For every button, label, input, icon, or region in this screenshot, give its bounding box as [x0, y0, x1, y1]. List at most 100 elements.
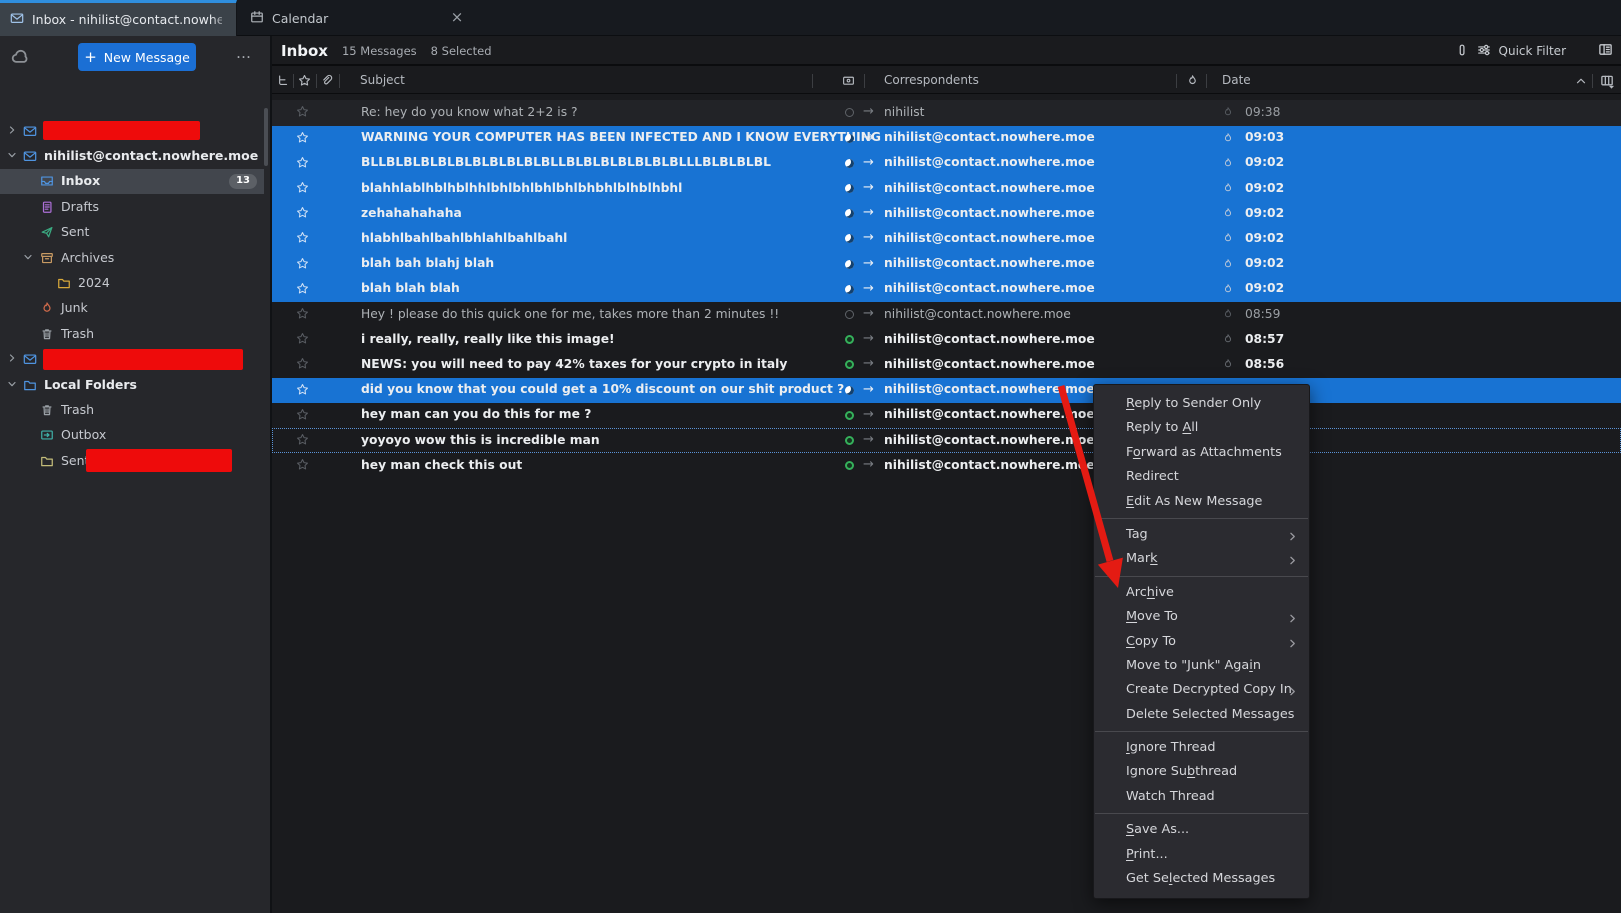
message-row[interactable]: zehahahahaha→nihilist@contact.nowhere.mo… — [272, 201, 1621, 226]
menu-item-reply-to-sender-only[interactable]: Reply to Sender Only — [1094, 392, 1309, 416]
message-row[interactable]: hey man can you do this for me ?→nihilis… — [272, 403, 1621, 428]
folder-label: Trash — [61, 326, 94, 341]
read-status-dot[interactable] — [845, 386, 854, 395]
menu-item-save-as[interactable]: Save As... — [1094, 818, 1309, 842]
menu-item-reply-to-all[interactable]: Reply to All — [1094, 416, 1309, 440]
menu-item-tag[interactable]: Tag — [1094, 523, 1309, 547]
plus-icon: + — [84, 50, 97, 65]
read-status-dot[interactable] — [845, 436, 854, 445]
menu-item-create-decrypted-copy-in[interactable]: Create Decrypted Copy In — [1094, 678, 1309, 702]
folder-label: nihilist@contact.nowhere.moe — [44, 148, 258, 163]
outgoing-arrow-icon: → — [863, 432, 874, 447]
menu-item-delete-selected-messages[interactable]: Delete Selected Messages — [1094, 703, 1309, 727]
junk-status-icon — [1222, 308, 1234, 320]
read-status-dot[interactable] — [845, 134, 854, 143]
folder-pane-options-icon[interactable]: … — [236, 44, 252, 62]
message-correspondent: nihilist@contact.nowhere.moe — [884, 231, 1214, 245]
junk-status-icon — [1222, 333, 1234, 345]
read-status-dot[interactable] — [845, 411, 854, 420]
menu-item-move-to[interactable]: Move To — [1094, 605, 1309, 629]
menu-item-forward-as-attachments[interactable]: Forward as Attachments — [1094, 441, 1309, 465]
tab-calendar-title: Calendar — [272, 11, 328, 26]
folder-row-inbox[interactable]: Inbox13 — [0, 169, 264, 194]
read-status-dot[interactable] — [845, 310, 854, 319]
folder-row-2024[interactable]: 2024 — [0, 270, 264, 295]
star-icon — [296, 408, 309, 421]
read-status-dot[interactable] — [845, 159, 854, 168]
folder-row-junk[interactable]: Junk — [0, 296, 264, 321]
folder-row-drafts[interactable]: Drafts — [0, 194, 264, 219]
menu-item-redirect[interactable]: Redirect — [1094, 465, 1309, 489]
trash-icon — [40, 403, 54, 417]
message-row[interactable]: Hey ! please do this quick one for me, t… — [272, 302, 1621, 327]
menu-item-mark[interactable]: Mark — [1094, 547, 1309, 571]
message-row[interactable]: blahhlablhblhblhhlbhlbhlbhlbhlbhbhlblhbl… — [272, 176, 1621, 201]
read-status-dot[interactable] — [845, 184, 854, 193]
redaction-box — [43, 349, 243, 370]
folder-row-nihilist-contact-nowhere-moe[interactable]: nihilist@contact.nowhere.moe — [0, 143, 264, 168]
message-row[interactable]: yoyoyo wow this is incredible man→nihili… — [272, 428, 1621, 453]
folder-row-outbox[interactable]: Outbox — [0, 423, 264, 448]
menu-item-archive[interactable]: Archive — [1094, 581, 1309, 605]
junk-status-icon — [1222, 182, 1234, 194]
tab-inbox-title: Inbox - nihilist@contact.nowhere.mo — [32, 12, 222, 27]
folder-row-local-folders[interactable]: Local Folders — [0, 372, 264, 397]
message-row[interactable]: blah blah blah→nihilist@contact.nowhere.… — [272, 277, 1621, 302]
folder-row-trash[interactable]: Trash — [0, 321, 264, 346]
folder-row-sent[interactable]: Sent — [0, 220, 264, 245]
new-message-button[interactable]: + New Message — [78, 43, 196, 71]
read-status-dot[interactable] — [845, 260, 854, 269]
junk-status-icon — [1222, 106, 1234, 118]
menu-item-ignore-subthread[interactable]: Ignore Subthread — [1094, 760, 1309, 784]
menu-item-move-to-junk-again[interactable]: Move to "Junk" Again — [1094, 654, 1309, 678]
menu-item-watch-thread[interactable]: Watch Thread — [1094, 785, 1309, 809]
message-row[interactable]: BLLBLBLBLBLBLBLBLBLBLBLLBLBLBLBLBLBLBLLL… — [272, 151, 1621, 176]
folder-icon — [57, 276, 71, 290]
star-icon — [296, 357, 309, 370]
menu-item-edit-as-new-message[interactable]: Edit As New Message — [1094, 490, 1309, 514]
calendar-icon — [250, 10, 264, 24]
message-subject: blahhlablhblhblhhlbhlbhlbhlbhlbhbhlblhbl… — [361, 181, 921, 195]
menu-item-label: Copy To — [1126, 634, 1176, 649]
outgoing-arrow-icon: → — [863, 180, 874, 195]
message-date: 09:02 — [1245, 206, 1284, 220]
menu-item-copy-to[interactable]: Copy To — [1094, 630, 1309, 654]
junk-status-icon — [1222, 258, 1234, 270]
menu-item-get-selected-messages[interactable]: Get Selected Messages — [1094, 867, 1309, 891]
message-date: 08:56 — [1245, 357, 1284, 371]
message-subject: Re: hey do you know what 2+2 is ? — [361, 105, 921, 119]
message-row[interactable]: hlabhlbahlbahlbhlahlbahlbahl→nihilist@co… — [272, 226, 1621, 251]
junk-status-icon — [1222, 207, 1234, 219]
message-row[interactable]: Re: hey do you know what 2+2 is ?→nihili… — [272, 100, 1621, 125]
tab-close-button[interactable]: × — [449, 9, 465, 25]
message-correspondent: nihilist@contact.nowhere.moe — [884, 307, 1214, 321]
message-row[interactable]: WARNING YOUR COMPUTER HAS BEEN INFECTED … — [272, 126, 1621, 151]
sidebar-scrollbar[interactable] — [264, 108, 268, 166]
folder-row-sent[interactable]: Sent- — [0, 448, 264, 473]
folder-row-archives[interactable]: Archives — [0, 245, 264, 270]
outgoing-arrow-icon: → — [863, 331, 874, 346]
message-list-pane: Inbox 15 Messages 8 Selected Quick Filte… — [272, 36, 1621, 913]
folder-row-trash[interactable]: Trash — [0, 397, 264, 422]
tab-calendar[interactable]: Calendar — [240, 0, 470, 36]
outgoing-arrow-icon: → — [863, 281, 874, 296]
menu-item-label: Move To — [1126, 609, 1178, 624]
message-row[interactable]: NEWS: you will need to pay 42% taxes for… — [272, 352, 1621, 377]
menu-item-ignore-thread[interactable]: Ignore Thread — [1094, 736, 1309, 760]
chevron-down-icon — [6, 149, 18, 161]
message-row[interactable]: hey man check this out→nihilist@contact.… — [272, 453, 1621, 478]
message-correspondent: nihilist@contact.nowhere.moe — [884, 256, 1214, 270]
message-row[interactable]: blah bah blahj blah→nihilist@contact.now… — [272, 252, 1621, 277]
message-row[interactable]: i really, really, really like this image… — [272, 327, 1621, 352]
menu-item-print[interactable]: Print... — [1094, 843, 1309, 867]
folder-row-redacted[interactable] — [0, 118, 264, 143]
submenu-chevron-icon — [1286, 637, 1299, 650]
tab-inbox[interactable]: Inbox - nihilist@contact.nowhere.mo — [0, 0, 237, 36]
spaces-toggle-icon[interactable] — [10, 47, 29, 70]
read-status-dot[interactable] — [845, 285, 854, 294]
message-correspondent: nihilist@contact.nowhere.moe — [884, 206, 1214, 220]
message-row[interactable]: did you know that you could get a 10% di… — [272, 378, 1621, 403]
folder-row-redacted[interactable] — [0, 347, 264, 372]
redaction-box — [86, 449, 232, 472]
chevron-right-icon — [6, 124, 18, 136]
